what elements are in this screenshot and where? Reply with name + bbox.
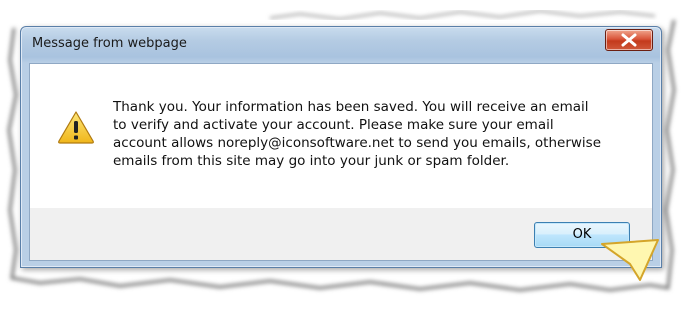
warning-icon	[58, 111, 94, 144]
cursor-arrow-icon	[601, 239, 659, 281]
message-area: Thank you. Your information has been sav…	[30, 64, 652, 208]
dialog-title: Message from webpage	[32, 36, 187, 51]
dialog-client-area: Thank you. Your information has been sav…	[29, 63, 653, 261]
close-button[interactable]	[605, 29, 653, 51]
title-bar[interactable]: Message from webpage	[21, 27, 661, 63]
message-dialog: Message from webpage Thank you. Your inf…	[20, 26, 662, 268]
screenshot-stage: Message from webpage Thank you. Your inf…	[0, 0, 684, 310]
message-text: Thank you. Your information has been sav…	[113, 99, 601, 169]
close-icon	[621, 33, 637, 47]
